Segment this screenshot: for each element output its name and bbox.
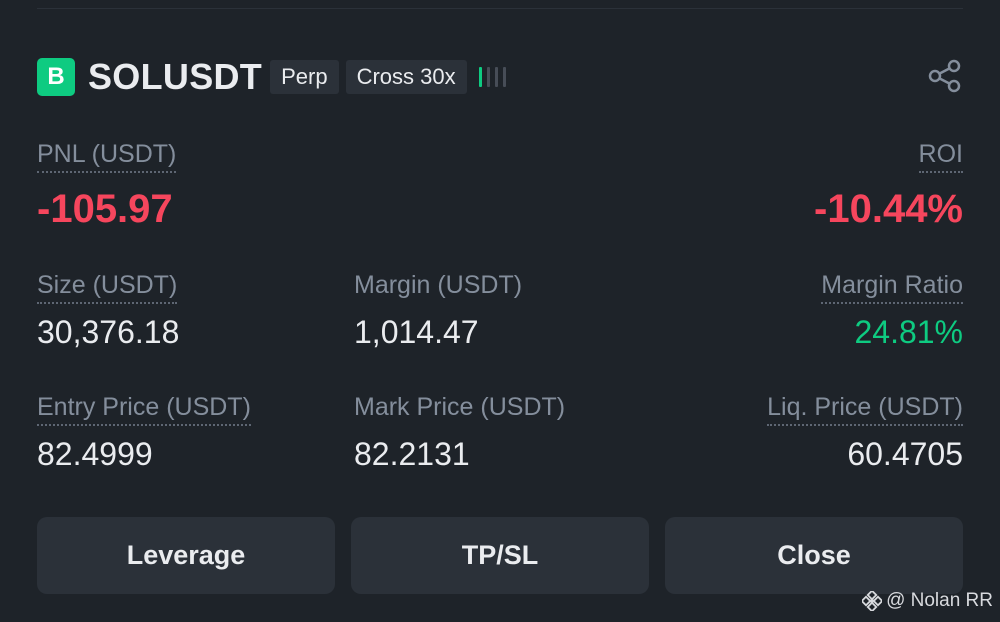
watermark: @ Nolan RR [862, 590, 993, 612]
pnl-field: PNL (USDT) -105.97 [37, 140, 177, 232]
size-value: 30,376.18 [37, 314, 180, 350]
size-label[interactable]: Size (USDT) [37, 271, 178, 304]
mark-price-field: Mark Price (USDT) 82.2131 [354, 393, 565, 473]
margin-ratio-value: 24.81% [854, 314, 963, 350]
margin-ratio-label[interactable]: Margin Ratio [821, 271, 963, 304]
liq-price-field: Liq. Price (USDT) 60.4705 [767, 393, 963, 473]
contract-type-tag: Perp [270, 60, 339, 94]
close-position-button[interactable]: Close [665, 517, 963, 594]
margin-field: Margin (USDT) 1,014.47 [354, 271, 522, 351]
roi-label[interactable]: ROI [918, 140, 963, 173]
leverage-button[interactable]: Leverage [37, 517, 335, 594]
position-header: B SOLUSDT Perp Cross 30x [37, 56, 506, 98]
margin-mode-tag[interactable]: Cross 30x [345, 60, 467, 94]
pnl-value: -105.97 [37, 187, 173, 231]
top-divider [37, 8, 963, 9]
entry-price-value: 82.4999 [37, 436, 153, 472]
share-icon[interactable] [927, 58, 963, 94]
margin-ratio-field: Margin Ratio 24.81% [821, 271, 963, 351]
tpsl-button[interactable]: TP/SL [351, 517, 649, 594]
risk-bar [478, 67, 482, 87]
risk-bar [486, 67, 490, 87]
size-field: Size (USDT) 30,376.18 [37, 271, 179, 351]
liq-price-value: 60.4705 [847, 436, 963, 472]
risk-bar [494, 67, 498, 87]
entry-price-field: Entry Price (USDT) 82.4999 [37, 393, 251, 473]
binance-logo-icon [862, 591, 883, 611]
watermark-text: @ Nolan RR [886, 590, 993, 611]
margin-label: Margin (USDT) [354, 271, 523, 299]
roi-field: ROI -10.44% [814, 140, 963, 232]
mark-price-value: 82.2131 [354, 436, 470, 472]
pnl-label[interactable]: PNL (USDT) [37, 140, 177, 173]
risk-bar [502, 67, 506, 87]
entry-price-label[interactable]: Entry Price (USDT) [37, 393, 251, 426]
symbol-title[interactable]: SOLUSDT [88, 56, 262, 98]
roi-value: -10.44% [814, 187, 963, 231]
exchange-badge: B [37, 58, 75, 96]
margin-value: 1,014.47 [354, 314, 479, 350]
liq-price-label[interactable]: Liq. Price (USDT) [767, 393, 963, 426]
risk-level-indicator [478, 67, 506, 87]
mark-price-label: Mark Price (USDT) [354, 393, 566, 421]
